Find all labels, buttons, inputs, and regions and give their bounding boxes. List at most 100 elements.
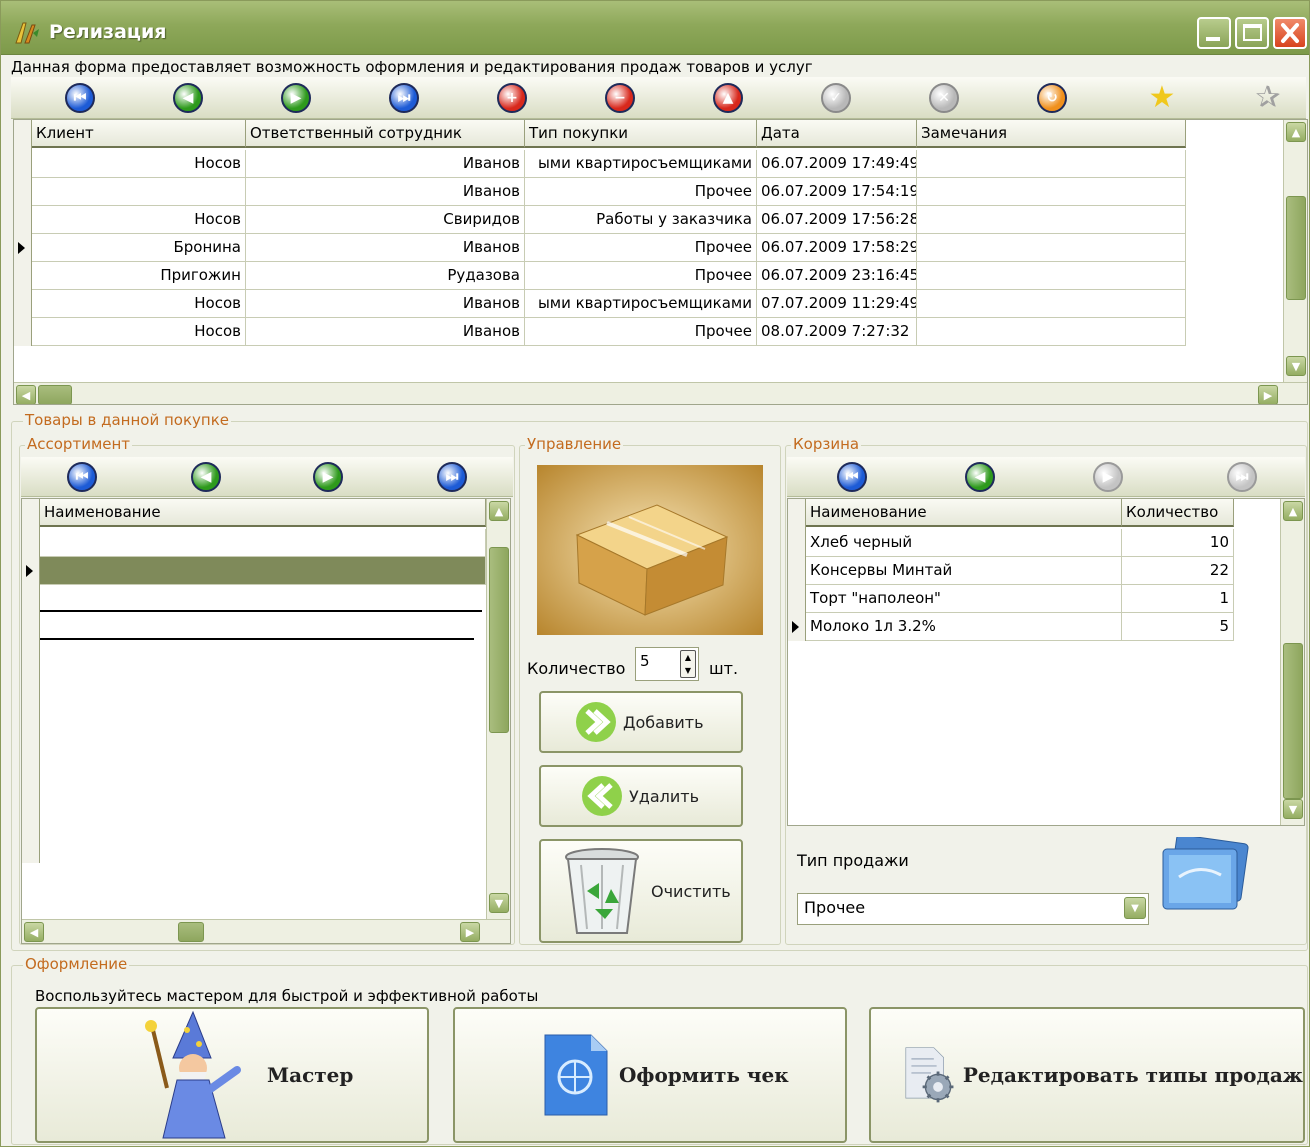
scroll-down-arrow-icon[interactable]: ▼ — [1286, 356, 1306, 376]
cell-purchase-type[interactable]: Прочее — [525, 262, 757, 290]
cell-employee[interactable]: Иванов — [246, 150, 525, 178]
cell-employee[interactable]: Свиридов — [246, 206, 525, 234]
title-bar[interactable]: Релизация — [1, 1, 1309, 55]
cell-client[interactable]: Бронина — [32, 234, 246, 262]
prior-record-button[interactable]: ◀ — [963, 460, 997, 494]
cell-date[interactable]: 06.07.2009 17:56:28 — [757, 206, 917, 234]
cell-employee[interactable]: Иванов — [246, 178, 525, 206]
cell-date[interactable]: 06.07.2009 17:54:19 — [757, 178, 917, 206]
column-header-quantity[interactable]: Количество — [1122, 499, 1234, 527]
wizard-button[interactable]: Мастер — [35, 1007, 429, 1143]
cell-purchase-type[interactable]: Прочее — [525, 318, 757, 346]
cell-purchase-type[interactable]: Работы у заказчика — [525, 206, 757, 234]
cell-date[interactable]: 08.07.2009 7:27:32 — [757, 318, 917, 346]
scroll-down-arrow-icon[interactable]: ▼ — [1283, 799, 1303, 819]
maximize-button[interactable] — [1235, 17, 1269, 49]
scroll-up-arrow-icon[interactable]: ▲ — [1283, 501, 1303, 521]
minimize-button[interactable] — [1197, 17, 1231, 49]
bookmark-star-button[interactable]: ★ — [1145, 81, 1179, 115]
remove-button[interactable]: Удалить — [539, 765, 743, 827]
cell-remarks[interactable] — [917, 178, 1186, 206]
scroll-right-arrow-icon[interactable]: ▶ — [460, 922, 480, 942]
last-record-button[interactable]: ⏭ — [435, 460, 469, 494]
cell-date[interactable]: 06.07.2009 17:49:49 — [757, 150, 917, 178]
cell-employee[interactable]: Иванов — [246, 234, 525, 262]
scroll-left-arrow-icon[interactable]: ◀ — [16, 385, 36, 404]
scroll-thumb[interactable] — [1283, 643, 1303, 799]
column-header-date[interactable]: Дата — [757, 120, 917, 148]
column-header-client[interactable]: Клиент — [32, 120, 246, 148]
basket-vertical-scrollbar[interactable]: ▲ ▼ — [1280, 499, 1304, 825]
cell-client[interactable]: Носов — [32, 318, 246, 346]
cell-employee[interactable]: Рудазова — [246, 262, 525, 290]
scroll-up-arrow-icon[interactable]: ▲ — [1286, 122, 1306, 142]
last-record-button[interactable]: ⏭ — [1225, 460, 1259, 494]
assortment-grid[interactable]: Наименование ▲ ▼ ◀ ▶ — [21, 498, 511, 944]
cell-client[interactable]: Носов — [32, 290, 246, 318]
cell-product-quantity[interactable]: 1 — [1122, 585, 1234, 613]
scroll-thumb[interactable] — [489, 547, 509, 733]
delete-record-button[interactable]: − — [603, 81, 637, 115]
first-record-button[interactable]: ⏮ — [835, 460, 869, 494]
cancel-record-button[interactable]: ✕ — [927, 81, 961, 115]
cell-purchase-type[interactable]: Прочее — [525, 234, 757, 262]
refresh-record-button[interactable]: ↻ — [1035, 81, 1069, 115]
cell-product-name[interactable]: Хлеб черный — [806, 529, 1122, 557]
cell-purchase-type[interactable]: ыми квартиросъемщиками — [525, 290, 757, 318]
cell-product-name[interactable]: Молоко 1л 3.2% — [806, 613, 1122, 641]
scroll-thumb[interactable] — [178, 922, 204, 942]
sale-type-combo[interactable]: Прочее ▼ — [797, 893, 1149, 925]
cell-client[interactable]: Носов — [32, 150, 246, 178]
cell-product-quantity[interactable]: 10 — [1122, 529, 1234, 557]
cell-remarks[interactable] — [917, 290, 1186, 318]
cell-employee[interactable]: Иванов — [246, 290, 525, 318]
post-record-button[interactable]: ✓ — [819, 81, 853, 115]
scroll-down-arrow-icon[interactable]: ▼ — [489, 893, 509, 913]
cell-remarks[interactable] — [917, 150, 1186, 178]
assortment-vertical-scrollbar[interactable]: ▲ ▼ — [486, 499, 510, 919]
cell-remarks[interactable] — [917, 262, 1186, 290]
column-header-name[interactable]: Наименование — [806, 499, 1122, 527]
add-button[interactable]: Добавить — [539, 691, 743, 753]
cell-client[interactable]: Носов — [32, 206, 246, 234]
first-record-button[interactable]: ⏮ — [65, 460, 99, 494]
receipt-button[interactable]: Оформить чек — [453, 1007, 847, 1143]
column-header-remarks[interactable]: Замечания — [917, 120, 1186, 148]
column-header-name[interactable]: Наименование — [40, 499, 486, 527]
goto-bookmark-button[interactable]: ✰ — [1251, 81, 1285, 115]
chevron-down-icon[interactable]: ▼ — [1124, 897, 1146, 919]
cell-product-quantity[interactable]: 22 — [1122, 557, 1234, 585]
cell-product-name[interactable]: Торт "наполеон" — [806, 585, 1122, 613]
cell-remarks[interactable] — [917, 206, 1186, 234]
sales-grid-vertical-scrollbar[interactable]: ▲ ▼ — [1283, 120, 1307, 382]
assortment-row-selected[interactable] — [40, 557, 486, 585]
insert-record-button[interactable]: + — [495, 81, 529, 115]
scroll-left-arrow-icon[interactable]: ◀ — [24, 922, 44, 942]
cell-date[interactable]: 07.07.2009 11:29:49 — [757, 290, 917, 318]
cell-remarks[interactable] — [917, 318, 1186, 346]
cell-date[interactable]: 06.07.2009 23:16:45 — [757, 262, 917, 290]
next-record-button[interactable]: ▶ — [1091, 460, 1125, 494]
cell-date[interactable]: 06.07.2009 17:58:29 — [757, 234, 917, 262]
cell-employee[interactable]: Иванов — [246, 318, 525, 346]
sales-grid-horizontal-scrollbar[interactable]: ◀ ▶ — [14, 382, 1307, 404]
next-record-button[interactable]: ▶ — [279, 81, 313, 115]
close-button[interactable] — [1273, 17, 1307, 49]
column-header-employee[interactable]: Ответственный сотрудник — [246, 120, 525, 148]
next-record-button[interactable]: ▶ — [311, 460, 345, 494]
cell-remarks[interactable] — [917, 234, 1186, 262]
cell-purchase-type[interactable]: ыми квартиросъемщиками — [525, 150, 757, 178]
sales-grid[interactable]: Клиент Ответственный сотрудник Тип покуп… — [13, 119, 1308, 405]
scroll-thumb[interactable] — [38, 385, 72, 404]
assortment-row[interactable] — [40, 529, 486, 557]
edit-record-button[interactable]: ▲ — [711, 81, 745, 115]
scroll-up-arrow-icon[interactable]: ▲ — [489, 501, 509, 521]
assortment-horizontal-scrollbar[interactable]: ◀ ▶ — [22, 919, 510, 943]
cell-client[interactable] — [32, 178, 246, 206]
prior-record-button[interactable]: ◀ — [189, 460, 223, 494]
scroll-thumb[interactable] — [1286, 196, 1306, 300]
last-record-button[interactable]: ⏭ — [387, 81, 421, 115]
clear-button[interactable]: Очистить — [539, 839, 743, 943]
spin-arrows-icon[interactable]: ▲ ▼ — [680, 650, 696, 678]
cell-client[interactable]: Пригожин — [32, 262, 246, 290]
